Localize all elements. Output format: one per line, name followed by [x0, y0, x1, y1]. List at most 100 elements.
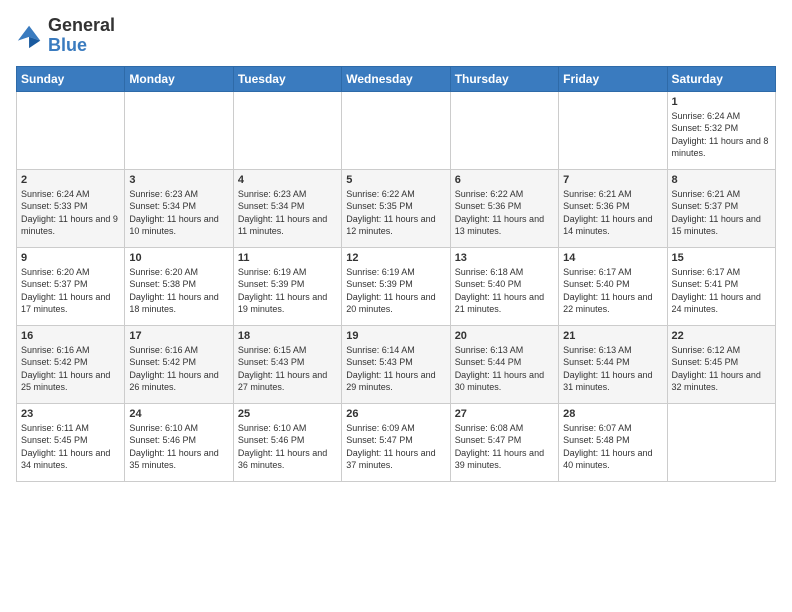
calendar-cell: 13 Sunrise: 6:18 AM Sunset: 5:40 PM Dayli…: [450, 247, 558, 325]
calendar-cell: 21 Sunrise: 6:13 AM Sunset: 5:44 PM Dayli…: [559, 325, 667, 403]
day-number: 23: [21, 408, 120, 420]
day-number: 17: [129, 330, 228, 342]
calendar-cell: 14 Sunrise: 6:17 AM Sunset: 5:40 PM Dayli…: [559, 247, 667, 325]
header-day-friday: Friday: [559, 66, 667, 91]
calendar-cell: 17 Sunrise: 6:16 AM Sunset: 5:42 PM Dayli…: [125, 325, 233, 403]
day-info: Sunrise: 6:24 AM Sunset: 5:32 PM Dayligh…: [672, 110, 771, 160]
day-info: Sunrise: 6:20 AM Sunset: 5:37 PM Dayligh…: [21, 266, 120, 316]
day-info: Sunrise: 6:13 AM Sunset: 5:44 PM Dayligh…: [563, 344, 662, 394]
day-info: Sunrise: 6:08 AM Sunset: 5:47 PM Dayligh…: [455, 422, 554, 472]
calendar-cell: 26 Sunrise: 6:09 AM Sunset: 5:47 PM Dayli…: [342, 403, 450, 481]
calendar-cell: [450, 91, 558, 169]
day-number: 27: [455, 408, 554, 420]
calendar-cell: 28 Sunrise: 6:07 AM Sunset: 5:48 PM Dayli…: [559, 403, 667, 481]
day-info: Sunrise: 6:11 AM Sunset: 5:45 PM Dayligh…: [21, 422, 120, 472]
logo-icon: [16, 22, 44, 50]
day-number: 4: [238, 174, 337, 186]
day-info: Sunrise: 6:21 AM Sunset: 5:36 PM Dayligh…: [563, 188, 662, 238]
day-number: 15: [672, 252, 771, 264]
day-info: Sunrise: 6:10 AM Sunset: 5:46 PM Dayligh…: [238, 422, 337, 472]
day-number: 16: [21, 330, 120, 342]
day-number: 24: [129, 408, 228, 420]
day-number: 21: [563, 330, 662, 342]
calendar-table: SundayMondayTuesdayWednesdayThursdayFrid…: [16, 66, 776, 482]
calendar-cell: 9 Sunrise: 6:20 AM Sunset: 5:37 PM Daylig…: [17, 247, 125, 325]
day-number: 7: [563, 174, 662, 186]
calendar-cell: 6 Sunrise: 6:22 AM Sunset: 5:36 PM Daylig…: [450, 169, 558, 247]
day-info: Sunrise: 6:21 AM Sunset: 5:37 PM Dayligh…: [672, 188, 771, 238]
logo-text: General Blue: [48, 16, 115, 56]
calendar-cell: 15 Sunrise: 6:17 AM Sunset: 5:41 PM Dayli…: [667, 247, 775, 325]
day-info: Sunrise: 6:23 AM Sunset: 5:34 PM Dayligh…: [238, 188, 337, 238]
calendar-cell: [342, 91, 450, 169]
day-info: Sunrise: 6:22 AM Sunset: 5:35 PM Dayligh…: [346, 188, 445, 238]
calendar-cell: 24 Sunrise: 6:10 AM Sunset: 5:46 PM Dayli…: [125, 403, 233, 481]
day-info: Sunrise: 6:09 AM Sunset: 5:47 PM Dayligh…: [346, 422, 445, 472]
day-info: Sunrise: 6:16 AM Sunset: 5:42 PM Dayligh…: [21, 344, 120, 394]
day-number: 14: [563, 252, 662, 264]
calendar-cell: 18Sunrise: 6:15 AM Sunset: 5:43 PM Dayli…: [233, 325, 341, 403]
calendar-cell: 8 Sunrise: 6:21 AM Sunset: 5:37 PM Daylig…: [667, 169, 775, 247]
calendar-cell: 25 Sunrise: 6:10 AM Sunset: 5:46 PM Dayli…: [233, 403, 341, 481]
day-info: Sunrise: 6:18 AM Sunset: 5:40 PM Dayligh…: [455, 266, 554, 316]
day-info: Sunrise: 6:19 AM Sunset: 5:39 PM Dayligh…: [238, 266, 337, 316]
calendar-cell: 7 Sunrise: 6:21 AM Sunset: 5:36 PM Daylig…: [559, 169, 667, 247]
calendar-cell: 27 Sunrise: 6:08 AM Sunset: 5:47 PM Dayli…: [450, 403, 558, 481]
day-number: 3: [129, 174, 228, 186]
day-number: 28: [563, 408, 662, 420]
calendar-cell: 19 Sunrise: 6:14 AM Sunset: 5:43 PM Dayli…: [342, 325, 450, 403]
header-day-monday: Monday: [125, 66, 233, 91]
day-number: 8: [672, 174, 771, 186]
week-row-4: 16 Sunrise: 6:16 AM Sunset: 5:42 PM Dayli…: [17, 325, 776, 403]
day-number: 19: [346, 330, 445, 342]
calendar-cell: 11 Sunrise: 6:19 AM Sunset: 5:39 PM Dayli…: [233, 247, 341, 325]
day-number: 9: [21, 252, 120, 264]
header-day-thursday: Thursday: [450, 66, 558, 91]
day-info: Sunrise: 6:07 AM Sunset: 5:48 PM Dayligh…: [563, 422, 662, 472]
header-day-saturday: Saturday: [667, 66, 775, 91]
day-number: 2: [21, 174, 120, 186]
day-number: 10: [129, 252, 228, 264]
calendar-cell: 2Sunrise: 6:24 AM Sunset: 5:33 PM Daylig…: [17, 169, 125, 247]
day-info: Sunrise: 6:16 AM Sunset: 5:42 PM Dayligh…: [129, 344, 228, 394]
header-row: SundayMondayTuesdayWednesdayThursdayFrid…: [17, 66, 776, 91]
logo: General Blue: [16, 16, 115, 56]
calendar-cell: 4 Sunrise: 6:23 AM Sunset: 5:34 PM Daylig…: [233, 169, 341, 247]
calendar-cell: [667, 403, 775, 481]
day-info: Sunrise: 6:20 AM Sunset: 5:38 PM Dayligh…: [129, 266, 228, 316]
calendar-cell: 23 Sunrise: 6:11 AM Sunset: 5:45 PM Dayli…: [17, 403, 125, 481]
calendar-cell: [17, 91, 125, 169]
day-info: Sunrise: 6:10 AM Sunset: 5:46 PM Dayligh…: [129, 422, 228, 472]
day-info: Sunrise: 6:14 AM Sunset: 5:43 PM Dayligh…: [346, 344, 445, 394]
day-number: 25: [238, 408, 337, 420]
calendar-cell: 16 Sunrise: 6:16 AM Sunset: 5:42 PM Dayli…: [17, 325, 125, 403]
calendar-cell: 3 Sunrise: 6:23 AM Sunset: 5:34 PM Daylig…: [125, 169, 233, 247]
day-number: 5: [346, 174, 445, 186]
header: General Blue: [16, 16, 776, 56]
calendar-cell: 12Sunrise: 6:19 AM Sunset: 5:39 PM Dayli…: [342, 247, 450, 325]
calendar-cell: 10 Sunrise: 6:20 AM Sunset: 5:38 PM Dayli…: [125, 247, 233, 325]
header-day-tuesday: Tuesday: [233, 66, 341, 91]
day-info: Sunrise: 6:12 AM Sunset: 5:45 PM Dayligh…: [672, 344, 771, 394]
day-number: 13: [455, 252, 554, 264]
day-info: Sunrise: 6:13 AM Sunset: 5:44 PM Dayligh…: [455, 344, 554, 394]
header-day-sunday: Sunday: [17, 66, 125, 91]
day-info: Sunrise: 6:15 AM Sunset: 5:43 PM Dayligh…: [238, 344, 337, 394]
calendar-cell: [559, 91, 667, 169]
day-number: 11: [238, 252, 337, 264]
calendar-cell: 1Sunrise: 6:24 AM Sunset: 5:32 PM Daylig…: [667, 91, 775, 169]
day-info: Sunrise: 6:17 AM Sunset: 5:41 PM Dayligh…: [672, 266, 771, 316]
calendar-cell: [125, 91, 233, 169]
week-row-2: 2Sunrise: 6:24 AM Sunset: 5:33 PM Daylig…: [17, 169, 776, 247]
week-row-3: 9 Sunrise: 6:20 AM Sunset: 5:37 PM Daylig…: [17, 247, 776, 325]
page: General Blue SundayMondayTuesdayWednesda…: [0, 0, 792, 612]
day-info: Sunrise: 6:23 AM Sunset: 5:34 PM Dayligh…: [129, 188, 228, 238]
day-number: 6: [455, 174, 554, 186]
day-number: 26: [346, 408, 445, 420]
day-info: Sunrise: 6:22 AM Sunset: 5:36 PM Dayligh…: [455, 188, 554, 238]
day-info: Sunrise: 6:17 AM Sunset: 5:40 PM Dayligh…: [563, 266, 662, 316]
calendar-cell: 5 Sunrise: 6:22 AM Sunset: 5:35 PM Daylig…: [342, 169, 450, 247]
week-row-5: 23 Sunrise: 6:11 AM Sunset: 5:45 PM Dayli…: [17, 403, 776, 481]
calendar-cell: 22Sunrise: 6:12 AM Sunset: 5:45 PM Dayli…: [667, 325, 775, 403]
calendar-cell: [233, 91, 341, 169]
